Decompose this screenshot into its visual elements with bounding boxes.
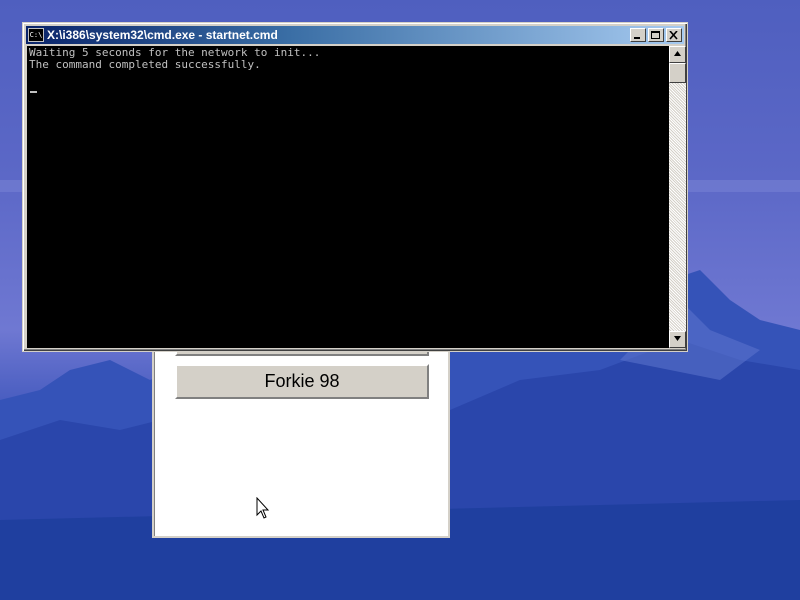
minimize-icon [634, 37, 640, 39]
scrollbar-thumb[interactable] [669, 63, 686, 83]
scroll-down-button[interactable] [669, 331, 686, 348]
close-button[interactable] [666, 28, 682, 42]
console-icon[interactable]: C:\ [28, 28, 44, 42]
text-cursor [30, 91, 37, 93]
close-icon [669, 31, 678, 40]
cmd-window: C:\ X:\i386\system32\cmd.exe - startnet.… [22, 22, 688, 352]
scroll-up-button[interactable] [669, 46, 686, 63]
launcher-panel: Forkie 98 [152, 326, 450, 538]
minimize-button[interactable] [630, 28, 646, 42]
arrow-up-icon [674, 51, 681, 56]
window-title: X:\i386\system32\cmd.exe - startnet.cmd [47, 28, 278, 42]
title-bar[interactable]: C:\ X:\i386\system32\cmd.exe - startnet.… [26, 26, 684, 44]
console-output[interactable]: Waiting 5 seconds for the network to ini… [27, 46, 669, 348]
maximize-icon [651, 31, 660, 39]
console-line: The command completed successfully. [29, 58, 261, 71]
arrow-down-icon [674, 336, 681, 341]
maximize-button[interactable] [648, 28, 664, 42]
vertical-scrollbar[interactable] [669, 46, 686, 348]
forkie-98-button[interactable]: Forkie 98 [175, 364, 429, 399]
mouse-pointer-icon [256, 497, 270, 519]
